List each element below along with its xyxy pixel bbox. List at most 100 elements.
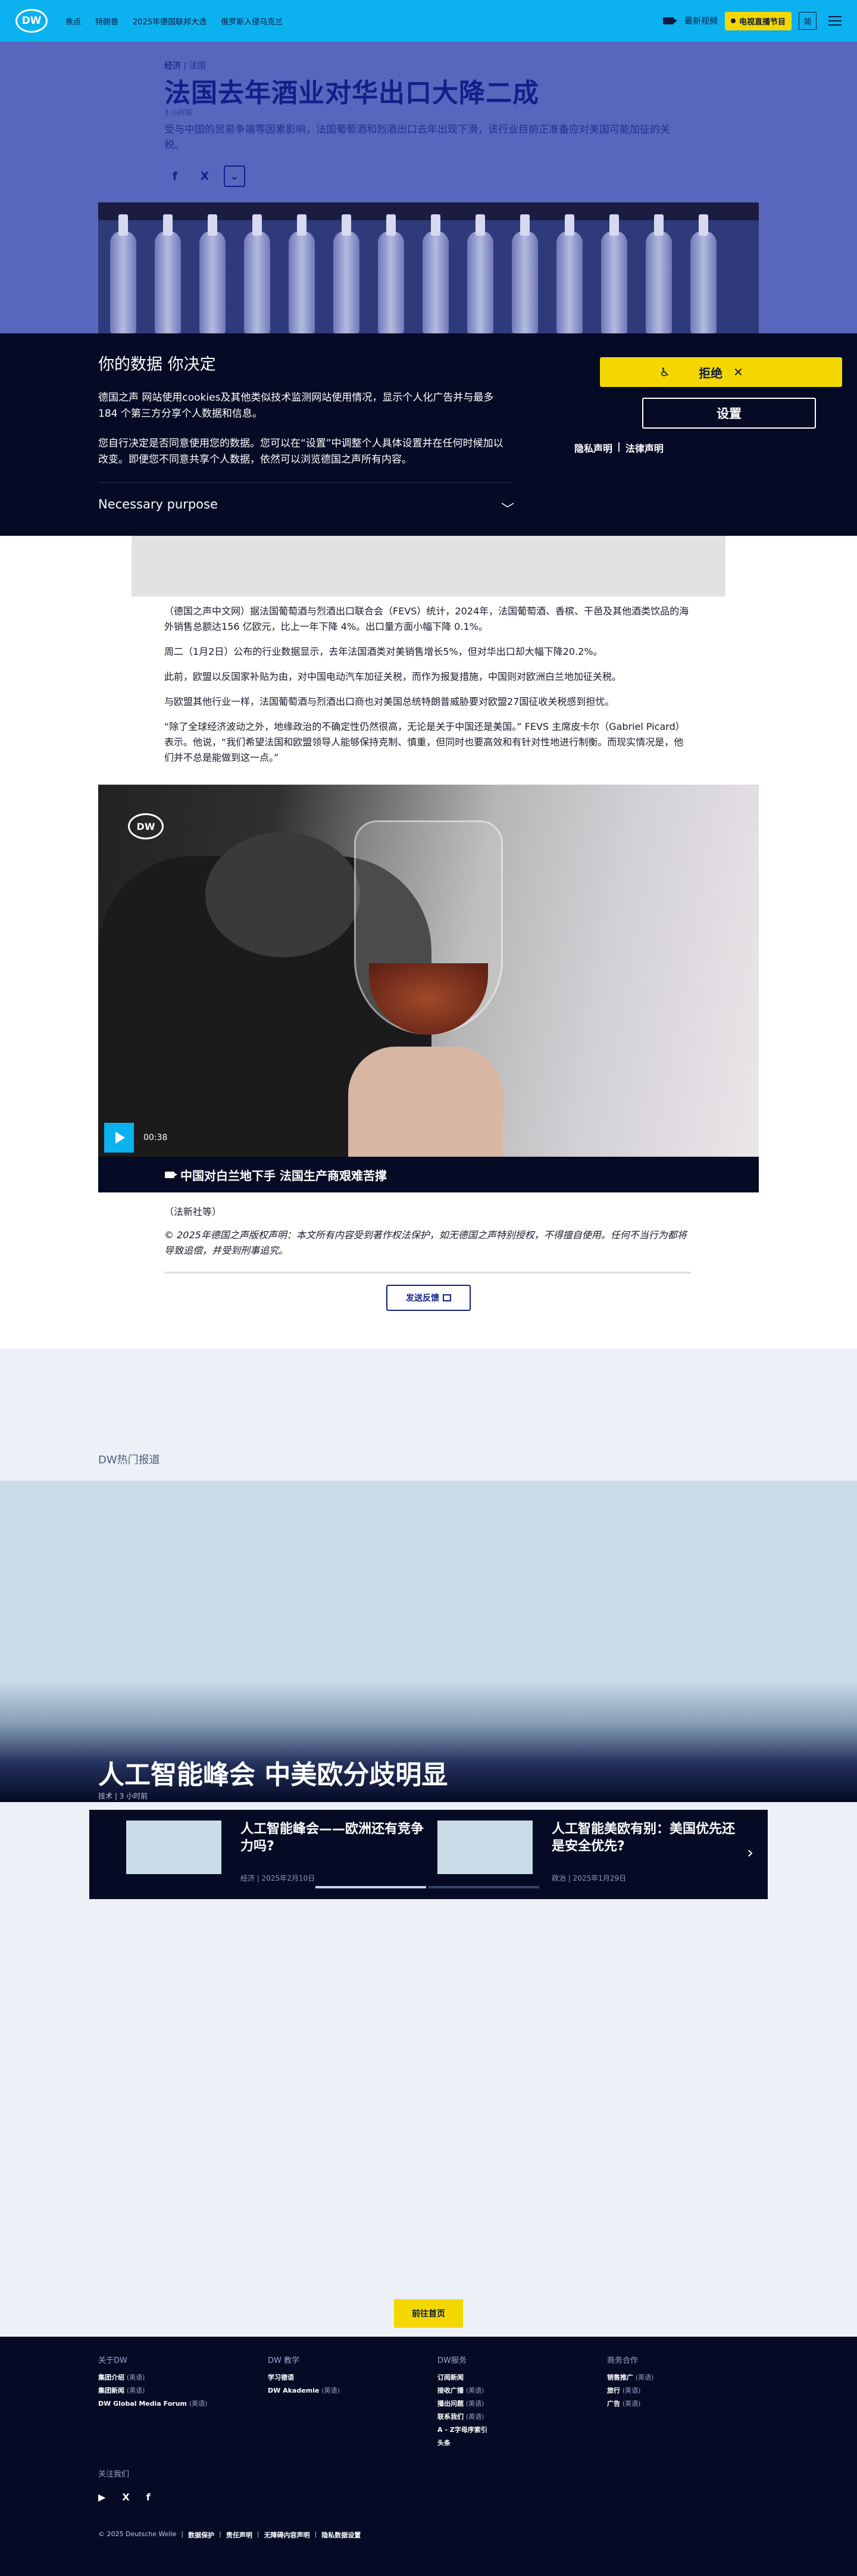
footer-link[interactable]: 广告 (英语) — [607, 2397, 653, 2410]
footer-link[interactable]: 订阅新闻 — [437, 2371, 487, 2384]
x-icon[interactable]: X — [194, 166, 215, 187]
nav-item[interactable]: 焦点 — [65, 15, 81, 27]
legal-link[interactable]: 无障碍内容声明 — [264, 2530, 310, 2540]
legal-link[interactable]: 法律声明 — [625, 441, 664, 455]
nav-item[interactable]: 特朗普 — [95, 15, 118, 27]
article-body: （德国之声中文网）据法国葡萄酒与烈酒出口联合会（FEVS）统计，2024年，法国… — [164, 604, 691, 775]
nav-item[interactable]: 俄罗斯入侵乌克兰 — [221, 15, 283, 27]
dw-logo[interactable]: DW — [15, 9, 48, 33]
bottle — [199, 214, 226, 333]
latest-video-link[interactable]: 最新视频 — [684, 15, 718, 27]
carousel-item-meta: 政治 | 2025年1月29日 — [552, 1874, 627, 1882]
footer-link[interactable]: 集团介绍 (英语) — [98, 2371, 207, 2384]
separator: | — [617, 441, 621, 452]
facebook-icon[interactable]: f — [146, 2491, 151, 2503]
x-icon[interactable]: X — [122, 2491, 129, 2503]
paragraph: 与欧盟其他行业一样，法国葡萄酒与烈酒出口商也对美国总统特朗普威胁要对欧盟27国征… — [164, 696, 615, 707]
divider — [164, 1272, 691, 1273]
footer-link[interactable]: DW Akademie (英语) — [268, 2384, 340, 2397]
article-time: 3 小时前 — [164, 108, 193, 117]
menu-icon[interactable] — [828, 16, 842, 26]
close-icon: ✕ — [733, 365, 743, 379]
paragraph: （德国之声中文网）据法国葡萄酒与烈酒出口联合会（FEVS）统计，2024年，法国… — [164, 605, 689, 632]
live-tv-button[interactable]: 电视直播节目 — [724, 11, 792, 30]
footer-col-services: DW服务 订阅新闻 接收广播 (英语) 播出问题 (英语) 联系我们 (英语) … — [437, 2355, 487, 2450]
facebook-icon[interactable]: f — [164, 166, 186, 187]
chevron-right-icon[interactable]: › — [747, 1843, 753, 1862]
video-player[interactable]: DW 00:38 — [98, 785, 759, 1157]
footer-link[interactable]: 集团新闻 (英语) — [98, 2384, 207, 2397]
bottle — [155, 214, 181, 333]
reject-button[interactable]: ♿ 拒绝 ✕ — [600, 357, 842, 387]
footer-link[interactable]: 接收广播 (英语) — [437, 2384, 487, 2397]
footer-col-business: 商务合作 销售推广 (英语) 旅行 (英语) 广告 (英语) — [607, 2355, 653, 2410]
bottle — [110, 214, 136, 333]
settings-button[interactable]: 设置 — [642, 398, 816, 429]
live-dot-icon — [730, 18, 736, 23]
thumbnail — [126, 1821, 221, 1874]
play-button[interactable] — [104, 1123, 134, 1153]
top-story-meta: 技术 | 3 小时前 — [98, 1792, 148, 1800]
footer-col-learn: DW 教学 学习德语 DW Akademie (英语) — [268, 2355, 340, 2397]
consent-text: 您自行决定是否同意使用您的数据。您可以在“设置”中调整个人具体设置并在任何时候加… — [98, 438, 503, 466]
source: （法新社等） — [164, 1206, 222, 1217]
footer-col-heading: 商务合作 — [607, 2356, 639, 2365]
youtube-icon[interactable]: ▶ — [98, 2491, 105, 2503]
category-link[interactable]: 经济 — [164, 61, 181, 71]
necessary-purpose-toggle[interactable]: Necessary purpose — [98, 497, 218, 511]
footer-col-heading: DW 教学 — [268, 2356, 299, 2365]
feedback-icon — [443, 1294, 451, 1301]
caption-text[interactable]: 中国对白兰地下手 法国生产商艰难苦撑 — [180, 1166, 387, 1184]
feedback-button[interactable]: 发送反馈 — [386, 1285, 471, 1311]
footer-link[interactable]: 播出问题 (英语) — [437, 2397, 487, 2410]
footer-link[interactable]: A - Z字母序索引 — [437, 2424, 487, 2437]
hero-image — [98, 202, 759, 333]
bottle — [690, 214, 717, 333]
privacy-link[interactable]: 隐私声明 — [574, 441, 612, 455]
nav-item[interactable]: 2025年德国联邦大选 — [133, 15, 207, 27]
footer-link[interactable]: 头条 — [437, 2437, 487, 2450]
reject-label: 拒绝 — [699, 366, 723, 380]
carousel-progress[interactable] — [428, 1886, 539, 1888]
top-story-title[interactable]: 人工智能峰会 中美欧分歧明显 — [98, 1753, 448, 1791]
footer-link[interactable]: 旅行 (英语) — [607, 2384, 653, 2397]
footer-col-heading: 关于DW — [98, 2356, 127, 2365]
consent-heading: 你的数据 你决定 — [98, 355, 216, 374]
carousel-item-meta: 经济 | 2025年2月10日 — [240, 1874, 315, 1882]
legal-link[interactable]: 责任声明 — [226, 2530, 252, 2540]
carousel-item[interactable]: 人工智能美欧有别：美国优先还是安全优先? 政治 | 2025年1月29日 — [437, 1821, 747, 1886]
footer-link[interactable]: 学习德语 — [268, 2371, 340, 2384]
bottle — [646, 214, 672, 333]
language-button[interactable]: 简 — [799, 12, 817, 30]
chevron-down-icon[interactable]: ⌄ — [224, 166, 245, 187]
top-nav: 焦点 特朗普 2025年德国联邦大选 俄罗斯入侵乌克兰 — [65, 15, 283, 27]
carousel-progress-active[interactable] — [315, 1886, 426, 1888]
social-links: ▶ X f — [98, 2491, 151, 2503]
ad-placeholder — [132, 536, 725, 597]
site-header: DW 焦点 特朗普 2025年德国联邦大选 俄罗斯入侵乌克兰 最新视频 电视直播… — [0, 0, 857, 42]
footer-link[interactable]: DW Global Media Forum (英语) — [98, 2397, 207, 2410]
legal-bar: © 2025 Deutsche Welle | 数据保护 | 责任声明 | 无障碍内容… — [98, 2530, 361, 2540]
bottle — [467, 214, 493, 333]
bottle — [289, 214, 315, 333]
homepage-button[interactable]: 前往首页 — [394, 2299, 463, 2328]
paragraph: “除了全球经济波动之外，地缘政治的不确定性仍然很高，无论是关于中国还是美国。” … — [164, 721, 685, 763]
sub-category[interactable]: 法国 — [189, 61, 206, 71]
copyright: © 2025 Deutsche Welle — [98, 2530, 177, 2538]
bottle — [601, 214, 627, 333]
paragraph: 此前，欧盟以反国家补贴为由，对中国电动汽车加征关税，而作为报复措施，中国则对欧洲… — [164, 671, 622, 682]
footer-link[interactable]: 联系我们 (英语) — [437, 2410, 487, 2424]
video-camera-icon[interactable] — [662, 17, 677, 24]
chevron-down-icon[interactable]: ﹀ — [501, 499, 514, 518]
accessibility-icon: ♿ — [659, 365, 670, 379]
consent-text: 德国之声 网站使用cookies及其他类似技术监测网站使用情况，显示个人化广告并… — [98, 392, 494, 420]
legal-link[interactable]: 隐私数据设置 — [321, 2530, 361, 2540]
legal-link[interactable]: 数据保护 — [188, 2530, 214, 2540]
bottle — [423, 214, 449, 333]
consent-links: 隐私声明 | 法律声明 — [574, 441, 664, 455]
divider — [98, 482, 512, 483]
carousel-item[interactable]: 人工智能峰会——欧洲还有竞争力吗? 经济 | 2025年2月10日 — [126, 1821, 436, 1886]
copyright-notice: © 2025年德国之声版权声明：本文所有内容受到著作权法保护，如无德国之声特别授… — [164, 1229, 687, 1256]
live-label: 电视直播节目 — [739, 17, 786, 27]
footer-link[interactable]: 销售推广 (英语) — [607, 2371, 653, 2384]
